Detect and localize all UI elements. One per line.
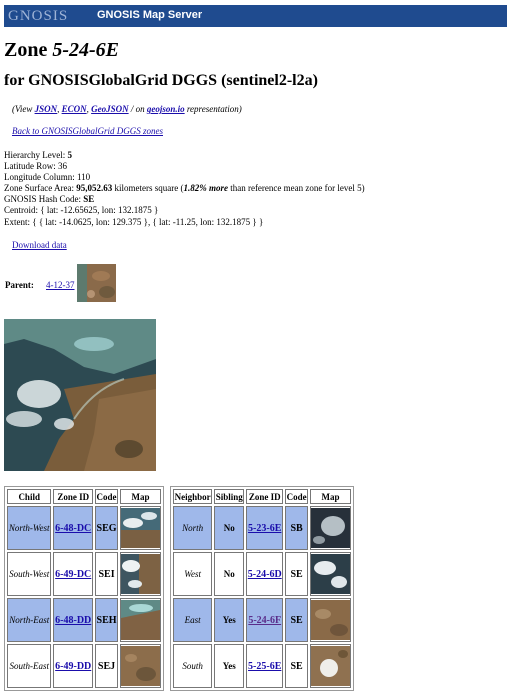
zone-id-title: 5-24-6E (52, 39, 120, 61)
children-table: Child Zone ID Code Map North-West 6-48-D… (4, 486, 164, 691)
sibling-cell: Yes (214, 598, 245, 642)
code-cell: SEH (95, 598, 118, 642)
parent-label: Parent: (5, 280, 34, 290)
col-header-map: Map (120, 489, 161, 504)
sibling-cell: No (214, 552, 245, 596)
code-cell: SE (285, 552, 308, 596)
download-data-link[interactable]: Download data (12, 240, 67, 250)
map-thumbnail[interactable] (120, 598, 161, 642)
gnosis-logo[interactable]: GNOSIS (8, 7, 68, 25)
parent-map-thumbnail[interactable] (77, 264, 116, 302)
extent: Extent: { { lat: -14.0625, lon: 129.375 … (4, 216, 264, 227)
app-title: GNOSIS Map Server (97, 9, 203, 21)
page-subtitle: for GNOSISGlobalGrid DGGS (sentinel2-l2a… (4, 72, 318, 89)
econ-link[interactable]: ECON (62, 104, 87, 114)
zone-id-link[interactable]: 6-49-DC (55, 569, 91, 580)
zone-id-link[interactable]: 5-24-6F (248, 615, 281, 626)
table-row: South-West 6-49-DC SEI (7, 552, 161, 596)
direction-cell: North (173, 506, 213, 550)
code-cell: SEJ (95, 644, 118, 688)
page-title: Zone 5-24-6E (4, 38, 119, 62)
hierarchy-level: Hierarchy Level: 5 (4, 150, 72, 160)
map-thumbnail[interactable] (310, 598, 351, 642)
zone-id-link[interactable]: 5-24-6D (248, 569, 282, 580)
col-header-sibling: Sibling (214, 489, 245, 504)
zone-map-image (4, 319, 156, 471)
map-thumbnail[interactable] (120, 644, 161, 688)
zone-id-link[interactable]: 6-48-DD (55, 615, 91, 626)
direction-cell: East (173, 598, 213, 642)
direction-cell: South-West (7, 552, 52, 596)
zone-id-link[interactable]: 5-25-6E (248, 661, 281, 672)
json-link[interactable]: JSON (35, 104, 58, 114)
map-thumbnail[interactable] (310, 506, 351, 550)
table-row: North No 5-23-6E SB (173, 506, 351, 550)
view-prefix: (View (12, 104, 33, 114)
direction-cell: North-East (7, 598, 52, 642)
map-thumbnail[interactable] (310, 644, 351, 688)
col-header-neighbor: Neighbor (173, 489, 213, 504)
table-row: West No 5-24-6D SE (173, 552, 351, 596)
table-row: South-East 6-49-DD SEJ (7, 644, 161, 688)
surface-area: Zone Surface Area: 95,052.63 kilometers … (4, 183, 365, 194)
centroid: Centroid: { lat: -12.65625, lon: 132.187… (4, 205, 159, 216)
col-header-code: Code (285, 489, 308, 504)
representation-links: (View JSON, ECON, GeoJSON / on geojson.i… (12, 104, 242, 114)
sibling-cell: Yes (214, 644, 245, 688)
code-cell: SEG (95, 506, 118, 550)
col-header-zone-id: Zone ID (53, 489, 94, 504)
geojson-io-link[interactable]: geojson.io (147, 104, 185, 114)
code-cell: SE (285, 598, 308, 642)
table-row: North-West 6-48-DC SEG (7, 506, 161, 550)
code-cell: SEI (95, 552, 118, 596)
direction-cell: South (173, 644, 213, 688)
code-cell: SB (285, 506, 308, 550)
col-header-child: Child (7, 489, 52, 504)
zone-id-link[interactable]: 5-23-6E (248, 523, 281, 534)
direction-cell: West (173, 552, 213, 596)
longitude-column: Longitude Column: 110 (4, 172, 91, 183)
title-prefix: Zone (4, 39, 48, 61)
header-bar: GNOSIS GNOSIS Map Server (4, 5, 507, 27)
latitude-row: Latitude Row: 36 (4, 161, 67, 172)
table-row: East Yes 5-24-6F SE (173, 598, 351, 642)
table-row: North-East 6-48-DD SEH (7, 598, 161, 642)
table-row: South Yes 5-25-6E SE (173, 644, 351, 688)
back-to-zones-link[interactable]: Back to GNOSISGlobalGrid DGGS zones (12, 126, 163, 136)
col-header-map: Map (310, 489, 351, 504)
zone-id-link[interactable]: 6-48-DC (55, 523, 91, 534)
col-header-code: Code (95, 489, 118, 504)
direction-cell: North-West (7, 506, 52, 550)
map-thumbnail[interactable] (120, 506, 161, 550)
hash-code: GNOSIS Hash Code: SE (4, 194, 95, 205)
logo-text: GNOSIS (8, 8, 69, 24)
zone-id-link[interactable]: 6-49-DD (55, 661, 91, 672)
zone-properties: Hierarchy Level: 5 Latitude Row: 36 Long… (4, 150, 365, 228)
map-thumbnail[interactable] (310, 552, 351, 596)
col-header-zone-id: Zone ID (246, 489, 284, 504)
on-text: / on (130, 104, 145, 114)
sibling-cell: No (214, 506, 245, 550)
map-thumbnail[interactable] (120, 552, 161, 596)
code-cell: SE (285, 644, 308, 688)
direction-cell: South-East (7, 644, 52, 688)
geojson-link[interactable]: GeoJSON (91, 104, 129, 114)
parent-zone-link[interactable]: 4-12-37 (46, 280, 75, 290)
neighbors-table: Neighbor Sibling Zone ID Code Map North … (170, 486, 354, 691)
repr-suffix: representation) (186, 104, 242, 114)
